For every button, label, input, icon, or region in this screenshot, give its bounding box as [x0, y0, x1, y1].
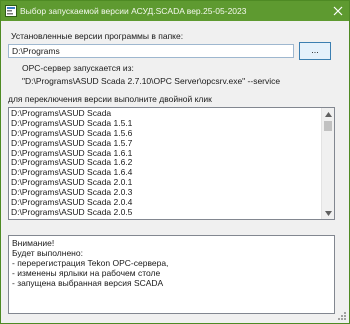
close-button[interactable] — [330, 3, 346, 19]
versions-scrollbar[interactable] — [321, 108, 334, 219]
title-bar[interactable]: Выбор запускаемой версии АСУД.SCADA вер.… — [1, 1, 349, 21]
opc-server-command: "D:\Programs\ASUD Scada 2.7.10\OPC Serve… — [22, 76, 281, 86]
info-memo[interactable]: Внимание! Будет выполнено: - перерегистр… — [8, 235, 335, 314]
app-window: Выбор запускаемой версии АСУД.SCADA вер.… — [0, 0, 350, 324]
scroll-down-button[interactable] — [322, 207, 334, 219]
app-icon — [5, 5, 17, 17]
switch-hint-label: для переключения версии выполните двойно… — [8, 94, 212, 104]
memo-line: Внимание! — [12, 238, 55, 248]
memo-line: - изменены ярлыки на рабочем столе — [12, 268, 161, 278]
memo-line: - перерегистрация Tekon OPC-сервера, — [12, 258, 169, 268]
scroll-up-arrow-icon — [324, 111, 332, 117]
window-title: Выбор запускаемой версии АСУД.SCADA вер.… — [20, 6, 247, 16]
scroll-down-arrow-icon — [324, 210, 332, 216]
memo-line: - запущена выбранная версия SCADA — [12, 278, 164, 288]
list-item[interactable]: D:\Programs\ASUD Scada 2.0.5 — [10, 207, 321, 218]
browse-folder-button[interactable]: ... — [299, 42, 331, 60]
installed-versions-label: Установленные версии программы в папке: — [11, 31, 184, 41]
close-x-icon — [333, 6, 343, 16]
opc-server-label: OPC-сервер запускается из: — [22, 63, 134, 73]
versions-listbox[interactable]: D:\Programs\ASUD Scada D:\Programs\ASUD … — [8, 107, 335, 220]
resize-grip-icon[interactable] — [337, 311, 347, 321]
scroll-thumb[interactable] — [324, 121, 332, 131]
folder-path-input[interactable] — [8, 44, 294, 58]
memo-line: Будет выполнено: — [12, 248, 83, 258]
scroll-up-button[interactable] — [322, 108, 334, 120]
